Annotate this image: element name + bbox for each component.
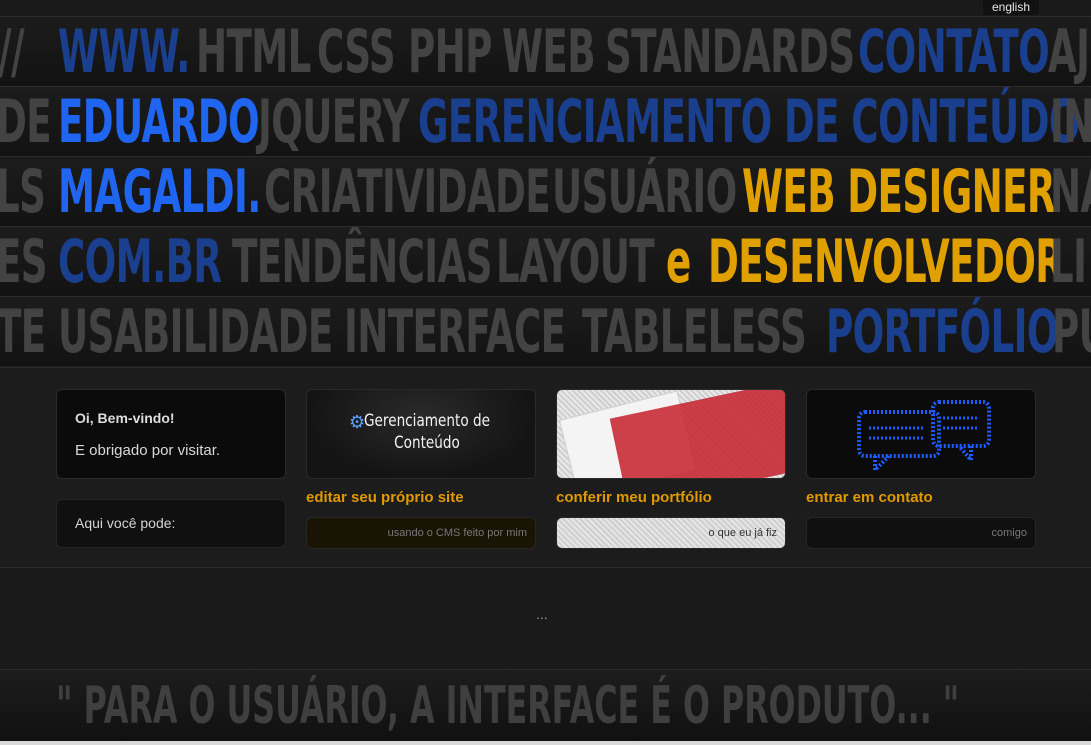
welcome-text: E obrigado por visitar.	[75, 442, 221, 459]
hero-word: AJ	[1048, 17, 1090, 87]
hero-word: LAYOUT	[496, 227, 655, 297]
portfolio-thumbnail[interactable]	[556, 389, 786, 479]
quote-text: " PARA O USUÁRIO, A INTERFACE É O PRODUT…	[56, 676, 960, 736]
hero-word: STANDARDS	[605, 17, 855, 87]
hero-word: WEB	[502, 17, 596, 87]
hero-word-banner: // WWW. HTML CSS PHP WEB STANDARDS CONTA…	[0, 16, 1091, 366]
hero-word: HTML	[196, 17, 311, 87]
hero-word: NA	[1050, 157, 1091, 227]
hero-word-eduardo: EDUARDO	[58, 87, 260, 157]
hero-word: LI	[1050, 227, 1087, 297]
you-can-panel: Aqui você pode:	[56, 499, 286, 548]
welcome-title: Oi, Bem-vindo!	[75, 410, 175, 426]
hero-word: TE	[0, 297, 46, 366]
welcome-panel: Oi, Bem-vindo! E obrigado por visitar.	[56, 389, 286, 479]
hero-word-e: e	[666, 227, 691, 297]
hero-row-4: ES COM.BR TENDÊNCIAS LAYOUT e DESENVOLVE…	[0, 226, 1091, 298]
contact-link[interactable]: entrar em contato	[806, 489, 933, 506]
hero-word: JQUERY	[258, 87, 410, 157]
hero-word: CRIATIVIDADE	[264, 157, 551, 227]
hero-word: PHP	[408, 17, 492, 87]
cms-sub-panel: usando o CMS feito por mim	[306, 517, 536, 549]
hero-word: IN	[1050, 87, 1091, 157]
portfolio-subtext: o que eu já fiz	[708, 527, 778, 539]
hero-word: TENDÊNCIAS	[232, 227, 492, 297]
hero-word-www: WWW.	[58, 17, 190, 87]
cms-subtext: usando o CMS feito por mim	[387, 527, 527, 539]
hero-row-1: // WWW. HTML CSS PHP WEB STANDARDS CONTA…	[0, 16, 1091, 88]
hero-word: ES	[0, 227, 48, 297]
hero-word: USABILIDADE	[58, 297, 333, 366]
hero-word: LS	[0, 157, 46, 227]
hero-word: PU	[1052, 297, 1091, 366]
you-can-label: Aqui você pode:	[75, 515, 176, 531]
edit-site-link[interactable]: editar seu próprio site	[306, 489, 464, 506]
hero-word: CSS	[317, 17, 396, 87]
chat-bubbles-icon	[857, 400, 991, 475]
hero-row-2: DE EDUARDO JQUERY GERENCIAMENTO DE CONTE…	[0, 86, 1091, 158]
quote-banner: " PARA O USUÁRIO, A INTERFACE É O PRODUT…	[0, 669, 1091, 742]
bottom-strip	[0, 741, 1091, 745]
hero-word-portfolio[interactable]: PORTFÓLIO	[826, 297, 1058, 366]
loading-ellipsis: ...	[536, 606, 548, 622]
portfolio-link[interactable]: conferir meu portfólio	[556, 489, 712, 506]
top-bar: english	[0, 0, 1091, 16]
hero-word: DE	[0, 87, 52, 157]
hero-word: TABLELESS	[582, 297, 807, 366]
hero-row-5: TE USABILIDADE INTERFACE TABLELESS PORTF…	[0, 296, 1091, 366]
content-area: ...	[0, 567, 1091, 670]
contact-sub-panel: comigo	[806, 517, 1036, 549]
hero-word-contato[interactable]: CONTATO	[858, 17, 1050, 87]
features-section: Oi, Bem-vindo! E obrigado por visitar. A…	[0, 367, 1091, 568]
cms-thumbnail-title: Gerenciamento de Conteúdo	[364, 411, 490, 453]
hero-word-web-designer: WEB DESIGNER	[742, 157, 1056, 227]
hero-word-com-br: COM.BR	[58, 227, 222, 297]
cms-thumbnail[interactable]: ⚙ Gerenciamento de Conteúdo	[306, 389, 536, 479]
hero-word-gerenciamento: GERENCIAMENTO DE CONTEÚDO	[418, 87, 1080, 157]
contact-subtext: comigo	[991, 527, 1027, 539]
hero-word-desenvolvedor: DESENVOLVEDOR	[708, 227, 1064, 297]
hero-word: USUÁRIO	[552, 157, 737, 227]
hero-word: //	[0, 17, 25, 87]
hero-word-magaldi: MAGALDI.	[58, 157, 261, 227]
contact-thumbnail[interactable]	[806, 389, 1036, 479]
english-language-button[interactable]: english	[983, 0, 1039, 15]
hero-row-3: LS MAGALDI. CRIATIVIDADE USUÁRIO WEB DES…	[0, 156, 1091, 228]
portfolio-sub-panel: o que eu já fiz	[556, 517, 786, 549]
hero-word: INTERFACE	[344, 297, 566, 366]
